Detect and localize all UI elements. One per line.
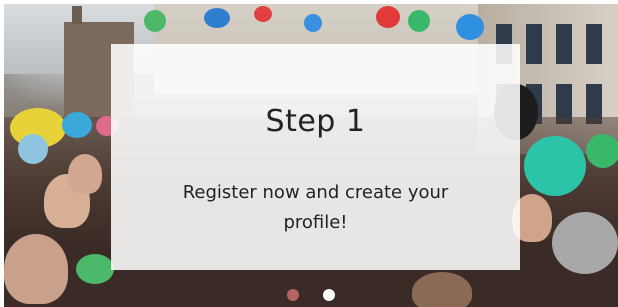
step-card: Step 1 Register now and create your prof… bbox=[111, 44, 520, 270]
carousel-dot-2[interactable] bbox=[322, 289, 335, 301]
step-title: Step 1 bbox=[265, 104, 366, 139]
carousel-dot-1[interactable] bbox=[287, 289, 300, 301]
carousel: Step 1 Register now and create your prof… bbox=[4, 4, 618, 307]
carousel-pagination bbox=[4, 286, 618, 302]
step-description: Register now and create your profile! bbox=[182, 182, 449, 233]
